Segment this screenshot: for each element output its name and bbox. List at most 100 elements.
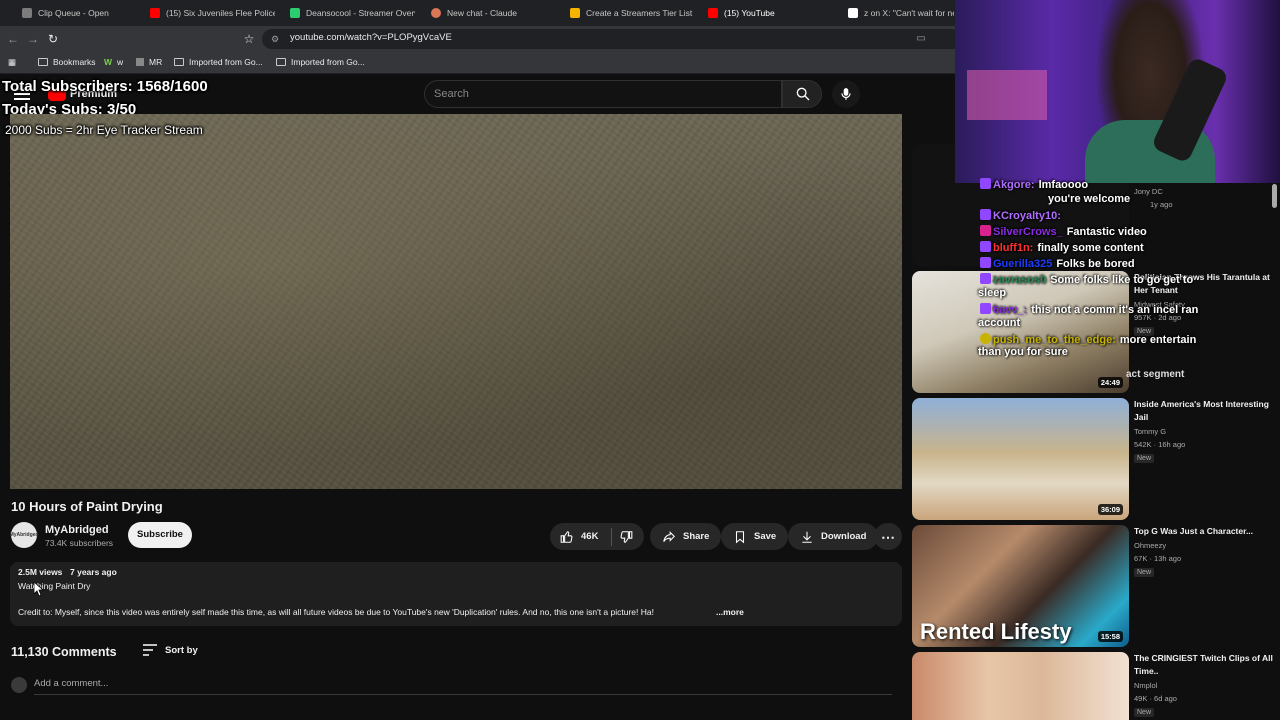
streamer-webcam (955, 0, 1280, 183)
bookmark-item[interactable]: Imported from Go... (174, 57, 263, 67)
search-icon (796, 87, 810, 101)
folder-icon (276, 58, 286, 66)
bookmark-item[interactable]: Imported from Go... (276, 57, 365, 67)
new-badge: New (1134, 454, 1155, 463)
share-button[interactable]: Share (650, 523, 722, 550)
recommended-thumbnail[interactable]: 24:49 (912, 271, 1129, 393)
chat-message: Akgore: lmfaoooo (980, 178, 1088, 191)
save-button[interactable]: Save (721, 523, 789, 550)
cast-icon[interactable]: ▭ (914, 32, 928, 46)
thumbs-up-icon (560, 530, 573, 543)
search-box[interactable] (424, 80, 782, 108)
browser-tab-active[interactable]: (15) YouTube (708, 4, 833, 22)
recommended-title[interactable]: Inside America's Most Interesting Jail (1134, 398, 1274, 424)
channel-subscriber-count: 73.4K subscribers (45, 538, 114, 548)
skip-segment-label[interactable]: act segment (1126, 369, 1184, 380)
back-icon[interactable]: ← (6, 32, 20, 46)
more-actions-button[interactable]: ⋯ (874, 523, 902, 550)
playlist-link[interactable]: Watching Paint Dry (18, 581, 90, 591)
download-button[interactable]: Download (788, 523, 879, 550)
sort-comments-button[interactable]: Sort by (143, 644, 198, 656)
bookmark-item[interactable]: Ww (104, 57, 123, 67)
chat-message: SilverCrows_ Fantastic video (980, 225, 1147, 238)
folder-icon (174, 58, 184, 66)
new-badge: New (1134, 568, 1155, 577)
share-icon (663, 530, 675, 542)
browser-tab[interactable]: Deansocool - Streamer Overvi (290, 4, 415, 22)
chat-message: sleep (978, 287, 1007, 299)
chat-message: KCroyalty10: (980, 209, 1065, 222)
recommended-meta: 67K · 13h ago (1134, 554, 1182, 563)
chat-badge-icon (980, 257, 991, 268)
chat-message: Guerilla325 Folks be bored (980, 257, 1135, 270)
chat-message: 6avv_: this not a comm it's an incel ran (980, 303, 1198, 316)
channel-name[interactable]: MyAbridged (45, 524, 109, 536)
browser-tab[interactable]: Create a Streamers Tier List - (570, 4, 695, 22)
mouse-cursor-icon (34, 582, 44, 596)
like-count: 46K (581, 531, 599, 542)
browser-tab[interactable]: New chat - Claude (431, 4, 556, 22)
site-info-icon[interactable]: ⚙ (268, 32, 282, 46)
recommended-thumbnail[interactable]: Rented Lifesty 15:58 (912, 525, 1129, 647)
subscribe-button[interactable]: Subscribe (128, 522, 192, 548)
new-badge: New (1134, 708, 1155, 717)
recommended-channel[interactable]: Ohmeezy (1134, 541, 1166, 550)
thumbnail-text: Rented Lifesty (920, 619, 1072, 644)
youtube-favicon-icon (708, 8, 718, 18)
browser-tab[interactable]: z on X: "Can't wait for nex (848, 4, 954, 22)
divider (611, 527, 613, 546)
more-horizontal-icon: ⋯ (881, 528, 895, 545)
microphone-icon (841, 88, 851, 100)
chat-message: than you for sure (978, 346, 1068, 358)
chat-message: bluff1n: finally some content (980, 241, 1144, 254)
chat-message: account (978, 317, 1021, 329)
bookmark-item[interactable]: MR (136, 57, 162, 67)
recommended-channel[interactable]: Nmplol (1134, 681, 1157, 690)
video-title: 10 Hours of Paint Drying (11, 499, 163, 514)
user-avatar (11, 677, 27, 693)
chat-badge-icon (980, 333, 991, 344)
add-comment-input[interactable]: Add a comment... (34, 678, 108, 689)
total-subscribers-overlay: Total Subscribers: 1568/1600 (2, 78, 208, 95)
comment-count: 11,130 Comments (11, 645, 117, 659)
reload-icon[interactable]: ↻ (46, 32, 60, 46)
recommended-channel[interactable]: Jony DC (1134, 187, 1163, 196)
recommended-meta: 542K · 16h ago (1134, 440, 1186, 449)
w-favicon-icon: W (104, 57, 113, 67)
video-duration: 15:58 (1097, 631, 1123, 642)
comment-input-underline (34, 694, 892, 695)
chat-badge-icon (980, 273, 991, 284)
recommended-title[interactable]: The CRINGIEST Twitch Clips of All Time.. (1134, 652, 1274, 678)
recommended-thumbnail[interactable]: 36:09 (912, 398, 1129, 520)
search-input[interactable]: Search (434, 88, 469, 100)
like-button[interactable]: 46K (560, 530, 598, 544)
recommended-meta: 1y ago (1150, 200, 1173, 209)
folder-icon (38, 58, 48, 66)
scrollbar-thumb[interactable] (1272, 184, 1277, 208)
apps-icon[interactable]: ▦ (8, 57, 16, 68)
chat-badge-icon (980, 178, 991, 189)
background-light (967, 70, 1047, 120)
recommended-channel[interactable]: Tommy G (1134, 427, 1166, 436)
browser-tab[interactable]: (15) Six Juveniles Flee Police in (150, 4, 275, 22)
bookmark-star-icon[interactable]: ☆ (242, 32, 256, 46)
chat-message: zavrasos0 Some folks like to go get to (980, 273, 1193, 286)
recommended-meta: 49K · 6d ago (1134, 694, 1177, 703)
download-icon (802, 531, 812, 543)
chat-badge-icon (980, 209, 991, 220)
video-player[interactable] (10, 114, 902, 489)
recommended-title[interactable]: Top G Was Just a Character... (1134, 525, 1274, 538)
forward-icon[interactable]: → (26, 32, 40, 46)
video-duration: 36:09 (1097, 504, 1123, 515)
thumbs-down-icon[interactable] (619, 530, 633, 544)
url-text: youtube.com/watch?v=PLOPygVcaVE (290, 32, 452, 43)
voice-search-button[interactable] (832, 80, 860, 108)
browser-tab[interactable]: Clip Queue - Open (22, 4, 142, 22)
bookmark-item[interactable]: Bookmarks (38, 57, 96, 67)
recommended-thumbnail[interactable] (912, 652, 1129, 720)
show-more-link[interactable]: ...more (716, 607, 744, 617)
chat-badge-icon (980, 241, 991, 252)
search-button[interactable] (782, 80, 822, 108)
channel-avatar[interactable]: MyAbridged (10, 522, 38, 548)
claude-favicon-icon (431, 8, 441, 18)
